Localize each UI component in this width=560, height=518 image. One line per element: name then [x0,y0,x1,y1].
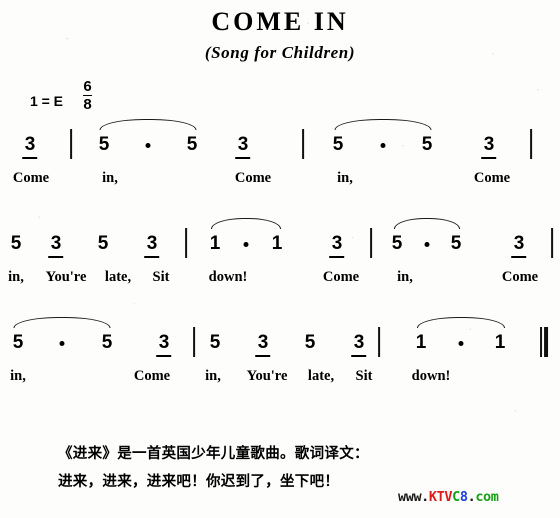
note-number: 5 [332,133,344,155]
duration-dot [145,142,151,148]
lyric-word: in, [397,268,413,285]
time-signature-denominator: 8 [83,95,92,114]
stave-2: 5 3 5 3 1 1 3 5 5 3 in, You're late, Sit down! Come in, C… [0,216,560,311]
note-number: 5 [186,133,198,155]
slur-arc [211,217,281,229]
barline [193,326,195,357]
notation-meta-row: 1 = E 6 8 [30,79,560,113]
duration-dot [424,241,430,247]
note-number: 3 [158,331,170,353]
watermark-segment: C [452,489,460,505]
lyric-word: Come [501,268,539,285]
time-signature: 6 8 [83,78,92,114]
lyric-word: Sit [152,268,170,285]
footnote-block: 《进来》是一首英国少年儿童歌曲。歌词译文： 进来，进来，进来吧！你迟到了，坐下吧… [58,440,369,497]
lyric-word: Come [322,268,360,285]
slur-arc [417,316,505,328]
note-number: 3 [331,232,343,254]
barline [302,128,304,159]
note-number: 1 [271,232,283,254]
site-watermark: www.KTVC8.com [398,489,499,505]
stave-notes-row: 5 5 3 5 3 5 3 1 1 [0,315,560,367]
duration-dot [458,340,464,346]
slur-arc [13,316,111,328]
stave-lyrics-row: in, You're late, Sit down! Come in, Come [0,268,560,294]
lyric-word: down! [208,268,248,285]
barline [70,128,72,159]
note-number: 5 [12,331,24,353]
footnote-line-1: 《进来》是一首英国少年儿童歌曲。歌词译文： [58,446,369,462]
slur-arc [334,118,432,130]
stave-3: 5 5 3 5 3 5 3 1 1 in, Come in, You're late, Sit down! [0,315,560,410]
watermark-segment: KTV [428,489,453,505]
lyric-word: Come [12,169,50,186]
stave-lyrics-row: Come in, Come in, Come [0,169,560,195]
song-subtitle: (Song for Children) [204,42,356,62]
note-number: 1 [415,331,427,353]
lyric-word: Come [473,169,511,186]
song-title: COME IN [211,7,349,36]
lyric-word: You're [246,367,288,384]
lyric-word: in, [337,169,353,186]
barline-thin [540,326,542,357]
note-number: 3 [483,133,495,155]
note-number: 5 [304,331,316,353]
lyric-word: in, [10,367,26,384]
note-number: 3 [50,232,62,254]
lyric-word: Come [133,367,171,384]
duration-dot [59,340,65,346]
note-number: 3 [257,331,269,353]
barline [551,227,553,258]
note-number: 5 [98,133,110,155]
barline [378,326,380,357]
slur-arc [394,217,460,229]
note-number: 5 [101,331,113,353]
lyric-word: down! [411,367,451,384]
note-number: 5 [10,232,22,254]
lyric-word: in, [102,169,118,186]
stave-notes-row: 3 5 5 3 5 5 3 [0,117,560,169]
watermark-segment: 8 [459,489,468,505]
duration-dot [380,142,386,148]
lyric-word: late, [104,268,132,285]
music-staves: 3 5 5 3 5 5 3 Come in, Come in, Come 5 3 5 3 1 1 3 5 5 3 in, Yo… [0,117,560,410]
lyric-word: in, [205,367,221,384]
stave-1: 3 5 5 3 5 5 3 Come in, Come in, Come [0,117,560,212]
barline [530,128,532,159]
note-number: 1 [494,331,506,353]
note-number: 3 [353,331,365,353]
barline [370,227,372,258]
barline-thick [544,326,548,357]
time-signature-numerator: 6 [83,78,92,95]
note-number: 3 [513,232,525,254]
slur-arc [99,118,197,130]
watermark-segment: www. [398,489,429,505]
note-number: 3 [237,133,249,155]
note-number: 3 [24,133,36,155]
duration-dot [243,241,249,247]
watermark-segment: com [475,489,499,505]
note-number: 5 [391,232,403,254]
lyric-word: late, [307,367,335,384]
note-number: 5 [97,232,109,254]
note-number: 5 [450,232,462,254]
lyric-word: Come [234,169,272,186]
note-number: 1 [209,232,221,254]
note-number: 3 [146,232,158,254]
note-number: 5 [209,331,221,353]
key-signature: 1 = E [30,92,64,109]
note-number: 5 [421,133,433,155]
lyric-word: Sit [355,367,373,384]
barline [185,227,187,258]
lyric-word: in, [8,268,24,285]
stave-lyrics-row: in, Come in, You're late, Sit down! [0,367,560,393]
lyric-word: You're [45,268,87,285]
final-double-barline [540,326,548,357]
footnote-line-2: 进来，进来，进来吧！你迟到了，坐下吧！ [58,474,340,491]
stave-notes-row: 5 3 5 3 1 1 3 5 5 3 [0,216,560,268]
